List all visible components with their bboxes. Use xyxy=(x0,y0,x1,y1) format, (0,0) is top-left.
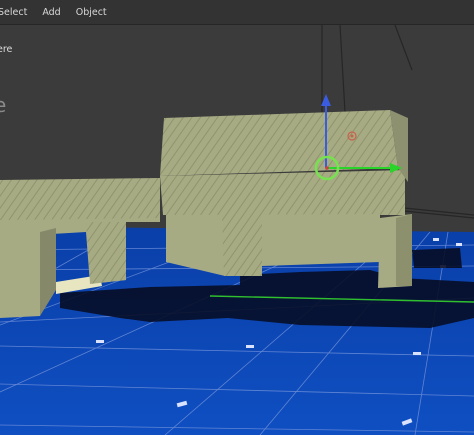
model-center-leg xyxy=(222,214,262,276)
model-front-face xyxy=(160,170,405,215)
3d-viewport[interactable] xyxy=(0,25,474,435)
left-arm-top xyxy=(0,178,160,222)
model-right-leg-side xyxy=(396,214,412,286)
viewport-overlay-glyph: e xyxy=(0,93,7,117)
left-arm-mid-leg xyxy=(86,222,126,284)
object-name-overlay: ere xyxy=(0,44,13,55)
model-top-face xyxy=(160,110,398,176)
blender-window: Select Add Object re e xyxy=(0,0,474,435)
menu-add[interactable]: Add xyxy=(34,7,67,18)
viewport-header: Select Add Object xyxy=(0,0,474,25)
object-shadow-right xyxy=(412,248,462,268)
menu-object[interactable]: Object xyxy=(68,7,114,18)
menu-select[interactable]: Select xyxy=(0,7,34,18)
